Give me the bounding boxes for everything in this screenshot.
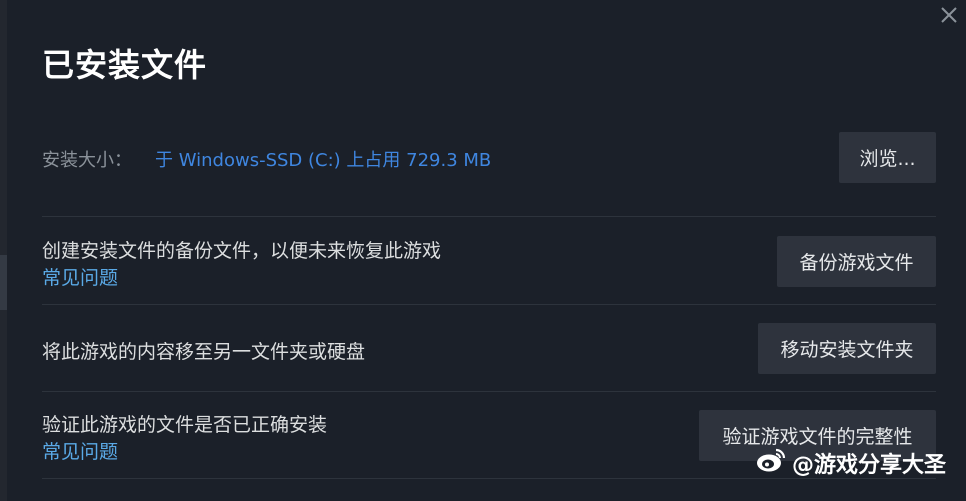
verify-description: 验证此游戏的文件是否已正确安装	[42, 414, 328, 436]
divider	[42, 216, 936, 217]
left-panel-edge	[0, 0, 7, 501]
close-icon[interactable]	[938, 4, 960, 26]
dialog-title: 已安装文件	[42, 46, 208, 84]
backup-faq-link[interactable]: 常见问题	[42, 263, 118, 290]
backup-game-files-button[interactable]: 备份游戏文件	[777, 236, 936, 287]
backup-row: 创建安装文件的备份文件，以便未来恢复此游戏 常见问题 备份游戏文件	[42, 236, 936, 290]
install-size-value-link[interactable]: 于 Windows-SSD (C:) 上占用 729.3 MB	[155, 146, 491, 172]
move-install-folder-button[interactable]: 移动安装文件夹	[758, 323, 936, 374]
watermark: @游戏分享大圣	[756, 447, 946, 479]
divider	[42, 391, 936, 392]
move-row: 将此游戏的内容移至另一文件夹或硬盘 移动安装文件夹	[42, 323, 936, 375]
weibo-icon	[756, 447, 786, 479]
watermark-text: @游戏分享大圣	[791, 453, 946, 478]
divider	[42, 304, 936, 305]
install-size-label: 安装大小：	[42, 150, 132, 171]
browse-button[interactable]: 浏览...	[839, 132, 936, 183]
install-size-row: 安装大小： 于 Windows-SSD (C:) 上占用 729.3 MB 浏览…	[42, 132, 936, 184]
move-description: 将此游戏的内容移至另一文件夹或硬盘	[42, 341, 366, 363]
backup-description: 创建安装文件的备份文件，以便未来恢复此游戏	[42, 240, 442, 262]
verify-faq-link[interactable]: 常见问题	[42, 437, 118, 464]
left-panel-scroll-notch	[0, 255, 7, 310]
